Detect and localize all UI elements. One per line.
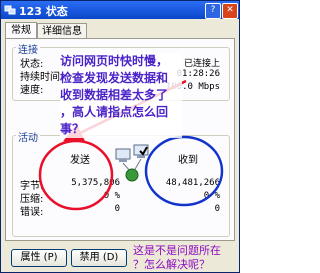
close-button[interactable]: ✕ [222,3,238,19]
annotation-note: 访问网页时快时慢， 检查发现发送数据和 收到数据相差太多了 ，高人请指点怎么回 … [60,53,182,138]
general-panel: 连接 状态: 已连接上 持续时间: 01:28:26 速度: 100.0 Mbp… [5,38,235,241]
received-highlight-circle [144,135,224,207]
tab-details[interactable]: 详细信息 [37,23,87,39]
annotation-line-1: 访问网页时快时慢， [60,54,169,68]
bottom-annotation-line-1: 这是不是问题所在 [133,244,221,257]
status-window: 123 状态 ? ✕ 常规 详细信息 连接 状态: 已连接上 持续时间: 01:… [0,0,240,273]
network-icon [4,5,16,15]
title-bar[interactable]: 123 状态 ? ✕ [1,1,239,19]
annotation-line-5: 事？ [60,122,85,136]
properties-button[interactable]: 属性 (P) [11,249,67,267]
annotation-line-3: 收到数据相差太多了 [60,88,169,102]
bottom-annotation: 这是不是问题所在 ？怎么解决呢？ [133,244,237,272]
sent-highlight-circle [38,139,114,211]
help-button[interactable]: ? [205,3,221,19]
disable-button[interactable]: 禁用 (D) [71,249,127,267]
annotation-line-4: ，高人请指点怎么回 [60,105,169,119]
bottom-annotation-line-2: ？怎么解决呢？ [133,258,210,271]
window-title: 123 状态 [19,5,68,18]
annotation-line-2: 检查发现发送数据和 [60,71,169,85]
